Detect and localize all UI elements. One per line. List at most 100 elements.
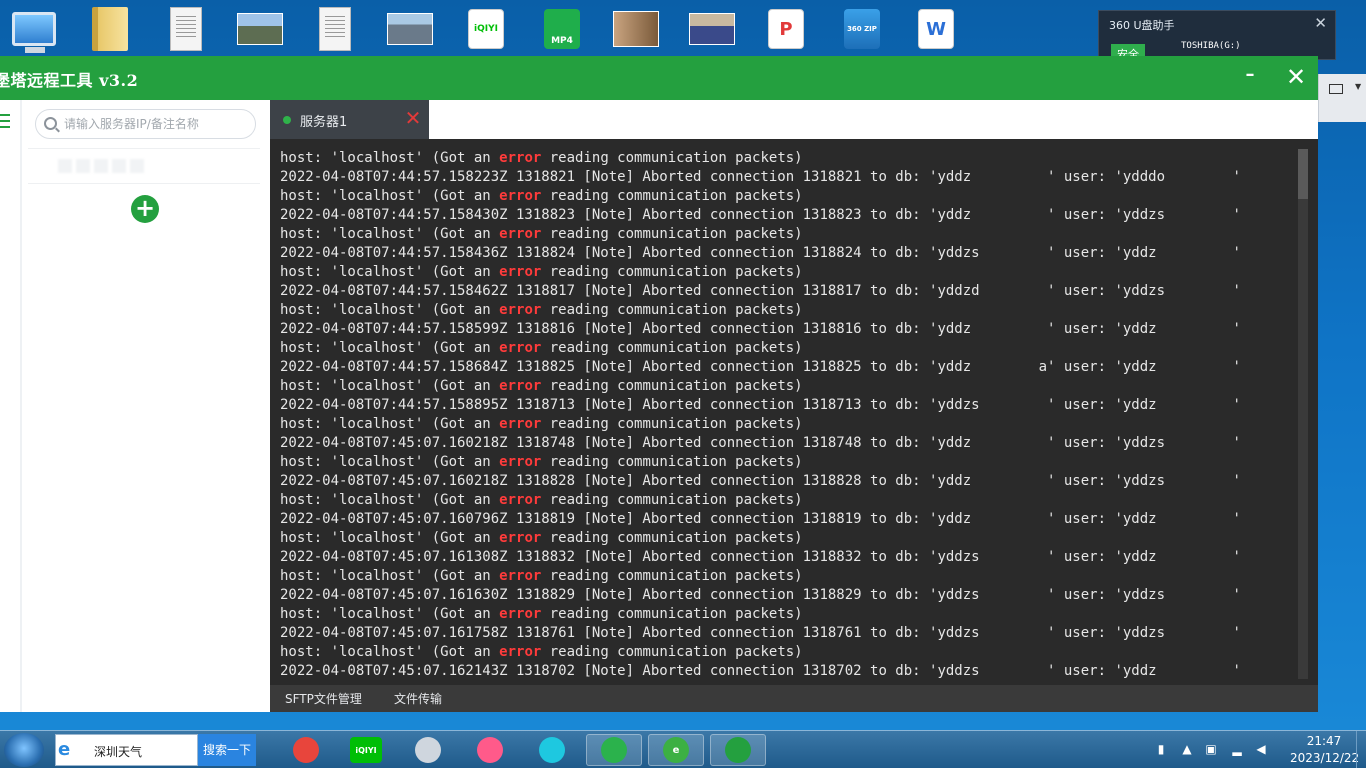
show-desktop-button[interactable] <box>1356 731 1366 768</box>
server-list-item[interactable] <box>28 148 260 184</box>
photo-icon[interactable] <box>386 4 434 54</box>
clock[interactable]: 21:47 2023/12/22 <box>1290 733 1360 767</box>
iqiyi-icon[interactable]: iQIYI <box>462 4 510 54</box>
taskbar-app-glyph <box>477 737 503 763</box>
server-search[interactable] <box>35 109 256 139</box>
taskbar-app-glyph: iQIYI <box>350 737 382 763</box>
photo-icon[interactable] <box>612 4 660 54</box>
terminal-line-text: host: 'localhost' (Got an <box>280 150 500 166</box>
error-keyword: error <box>499 568 542 584</box>
volume-icon[interactable]: ◀ <box>1254 741 1268 757</box>
terminal-line: host: 'localhost' (Got an error reading … <box>280 529 1298 548</box>
terminal-line-text: host: 'localhost' (Got an <box>280 644 500 660</box>
terminal-line: 2022-04-08T07:45:07.160218Z 1318748 [Not… <box>280 434 1298 453</box>
terminal-line: 2022-04-08T07:44:57.158462Z 1318817 [Not… <box>280 282 1298 301</box>
taskbar: 深圳天气 e 搜索一下 iQIYI e ▮ ▲ ▣ ▂ ◀ 21:47 2023/… <box>0 730 1366 768</box>
input-method-bar[interactable]: ▼ <box>1318 74 1366 122</box>
terminal-line: host: 'localhost' (Got an error reading … <box>280 263 1298 282</box>
terminal-line-text: host: 'localhost' (Got an <box>280 568 500 584</box>
terminal-line-text: 2022-04-08T07:44:57.158436Z 1318824 [Not… <box>280 245 1241 261</box>
tab-close-icon[interactable]: ✕ <box>404 108 422 128</box>
photo-icon[interactable] <box>236 4 284 54</box>
error-keyword: error <box>499 530 542 546</box>
qq-icon[interactable] <box>400 734 456 766</box>
error-keyword: error <box>499 226 542 242</box>
terminal-line-text: 2022-04-08T07:45:07.161308Z 1318832 [Not… <box>280 549 1241 565</box>
terminal-line: 2022-04-08T07:44:57.158436Z 1318824 [Not… <box>280 244 1298 263</box>
terminal[interactable]: host: 'localhost' (Got an error reading … <box>270 139 1318 685</box>
taskbar-app-glyph <box>293 737 319 763</box>
taskbar-app-glyph <box>415 737 441 763</box>
terminal-line-text: reading communication packets) <box>541 568 803 584</box>
document-icon[interactable] <box>311 4 359 54</box>
clock-date: 2023/12/22 <box>1290 751 1360 765</box>
battery-icon[interactable]: ▮ <box>1154 741 1168 757</box>
terminal-line: 2022-04-08T07:45:07.161630Z 1318829 [Not… <box>280 586 1298 605</box>
mp4-label: MP4 <box>544 9 580 49</box>
zip-archive-icon[interactable]: 360 ZIP <box>838 4 886 54</box>
mp4-video-icon[interactable]: MP4 <box>538 4 586 54</box>
error-keyword: error <box>499 454 542 470</box>
terminal-line: host: 'localhost' (Got an error reading … <box>280 377 1298 396</box>
close-button[interactable]: ✕ <box>1284 64 1308 90</box>
title-bar[interactable]: 堡塔远程工具 v3.2 – ✕ <box>0 56 1318 100</box>
chrome-icon[interactable] <box>278 734 334 766</box>
terminal-line-text: host: 'localhost' (Got an <box>280 302 500 318</box>
terminal-line-text: reading communication packets) <box>541 264 803 280</box>
taskbar-app-glyph <box>539 737 565 763</box>
network-signal-icon[interactable]: ▂ <box>1230 741 1244 757</box>
chevron-up-icon[interactable]: ▲ <box>1180 741 1194 757</box>
tab-sftp-file-manager[interactable]: SFTP文件管理 <box>285 690 362 707</box>
app-title: 堡塔远程工具 v3.2 <box>0 71 139 90</box>
terminal-line-text: 2022-04-08T07:44:57.158895Z 1318713 [Not… <box>280 397 1241 413</box>
terminal-line-text: host: 'localhost' (Got an <box>280 416 500 432</box>
terminal-line: 2022-04-08T07:45:07.162143Z 1318702 [Not… <box>280 662 1298 681</box>
terminal-line-text: host: 'localhost' (Got an <box>280 378 500 394</box>
folder-icon[interactable] <box>86 4 134 54</box>
baota-icon[interactable] <box>710 734 766 766</box>
photos-icon[interactable] <box>462 734 518 766</box>
chevron-down-icon[interactable]: ▼ <box>1355 82 1361 91</box>
document-icon[interactable] <box>162 4 210 54</box>
360-browser-icon[interactable]: e <box>648 734 704 766</box>
pdf-icon[interactable]: P <box>762 4 810 54</box>
blurred-server-name <box>58 159 148 173</box>
iqiyi-icon[interactable]: iQIYI <box>338 734 394 766</box>
error-keyword: error <box>499 492 542 508</box>
zip-label: 360 ZIP <box>844 9 880 49</box>
terminal-line-text: host: 'localhost' (Got an <box>280 264 500 280</box>
keyboard-icon[interactable] <box>1329 84 1343 94</box>
terminal-line-text: host: 'localhost' (Got an <box>280 530 500 546</box>
video-player-icon[interactable] <box>524 734 580 766</box>
word-document-icon[interactable]: W <box>912 4 960 54</box>
terminal-line: 2022-04-08T07:44:57.158895Z 1318713 [Not… <box>280 396 1298 415</box>
tab-server1[interactable]: 服务器1 ✕ <box>270 100 429 139</box>
terminal-line: host: 'localhost' (Got an error reading … <box>280 415 1298 434</box>
taskbar-search-button[interactable]: 搜索一下 <box>198 734 256 766</box>
add-server-button[interactable]: + <box>131 195 159 223</box>
terminal-line-text: reading communication packets) <box>541 302 803 318</box>
wechat-icon[interactable] <box>586 734 642 766</box>
photo-icon[interactable] <box>688 4 736 54</box>
minimize-button[interactable]: – <box>1240 66 1260 88</box>
usb-device-icon[interactable]: ▣ <box>1204 741 1218 757</box>
terminal-line-text: 2022-04-08T07:45:07.162143Z 1318702 [Not… <box>280 663 1241 679</box>
menu-icon[interactable] <box>0 114 10 128</box>
scrollbar-thumb[interactable] <box>1298 149 1308 199</box>
terminal-line: host: 'localhost' (Got an error reading … <box>280 225 1298 244</box>
terminal-line-text: 2022-04-08T07:44:57.158223Z 1318821 [Not… <box>280 169 1241 185</box>
error-keyword: error <box>499 340 542 356</box>
terminal-line: host: 'localhost' (Got an error reading … <box>280 339 1298 358</box>
server-search-input[interactable] <box>64 114 250 134</box>
terminal-scrollbar[interactable] <box>1298 149 1308 679</box>
connection-status-dot <box>283 116 291 124</box>
server-sidebar: + <box>0 100 270 712</box>
taskbar-app-glyph <box>601 737 627 763</box>
terminal-line-text: 2022-04-08T07:45:07.160218Z 1318828 [Not… <box>280 473 1241 489</box>
computer-icon[interactable] <box>10 4 58 54</box>
start-button[interactable] <box>4 733 44 767</box>
terminal-line: 2022-04-08T07:44:57.158223Z 1318821 [Not… <box>280 168 1298 187</box>
error-keyword: error <box>499 644 542 660</box>
tab-file-transfer[interactable]: 文件传输 <box>394 690 442 707</box>
usb-popup-close-icon[interactable]: ✕ <box>1314 14 1327 32</box>
